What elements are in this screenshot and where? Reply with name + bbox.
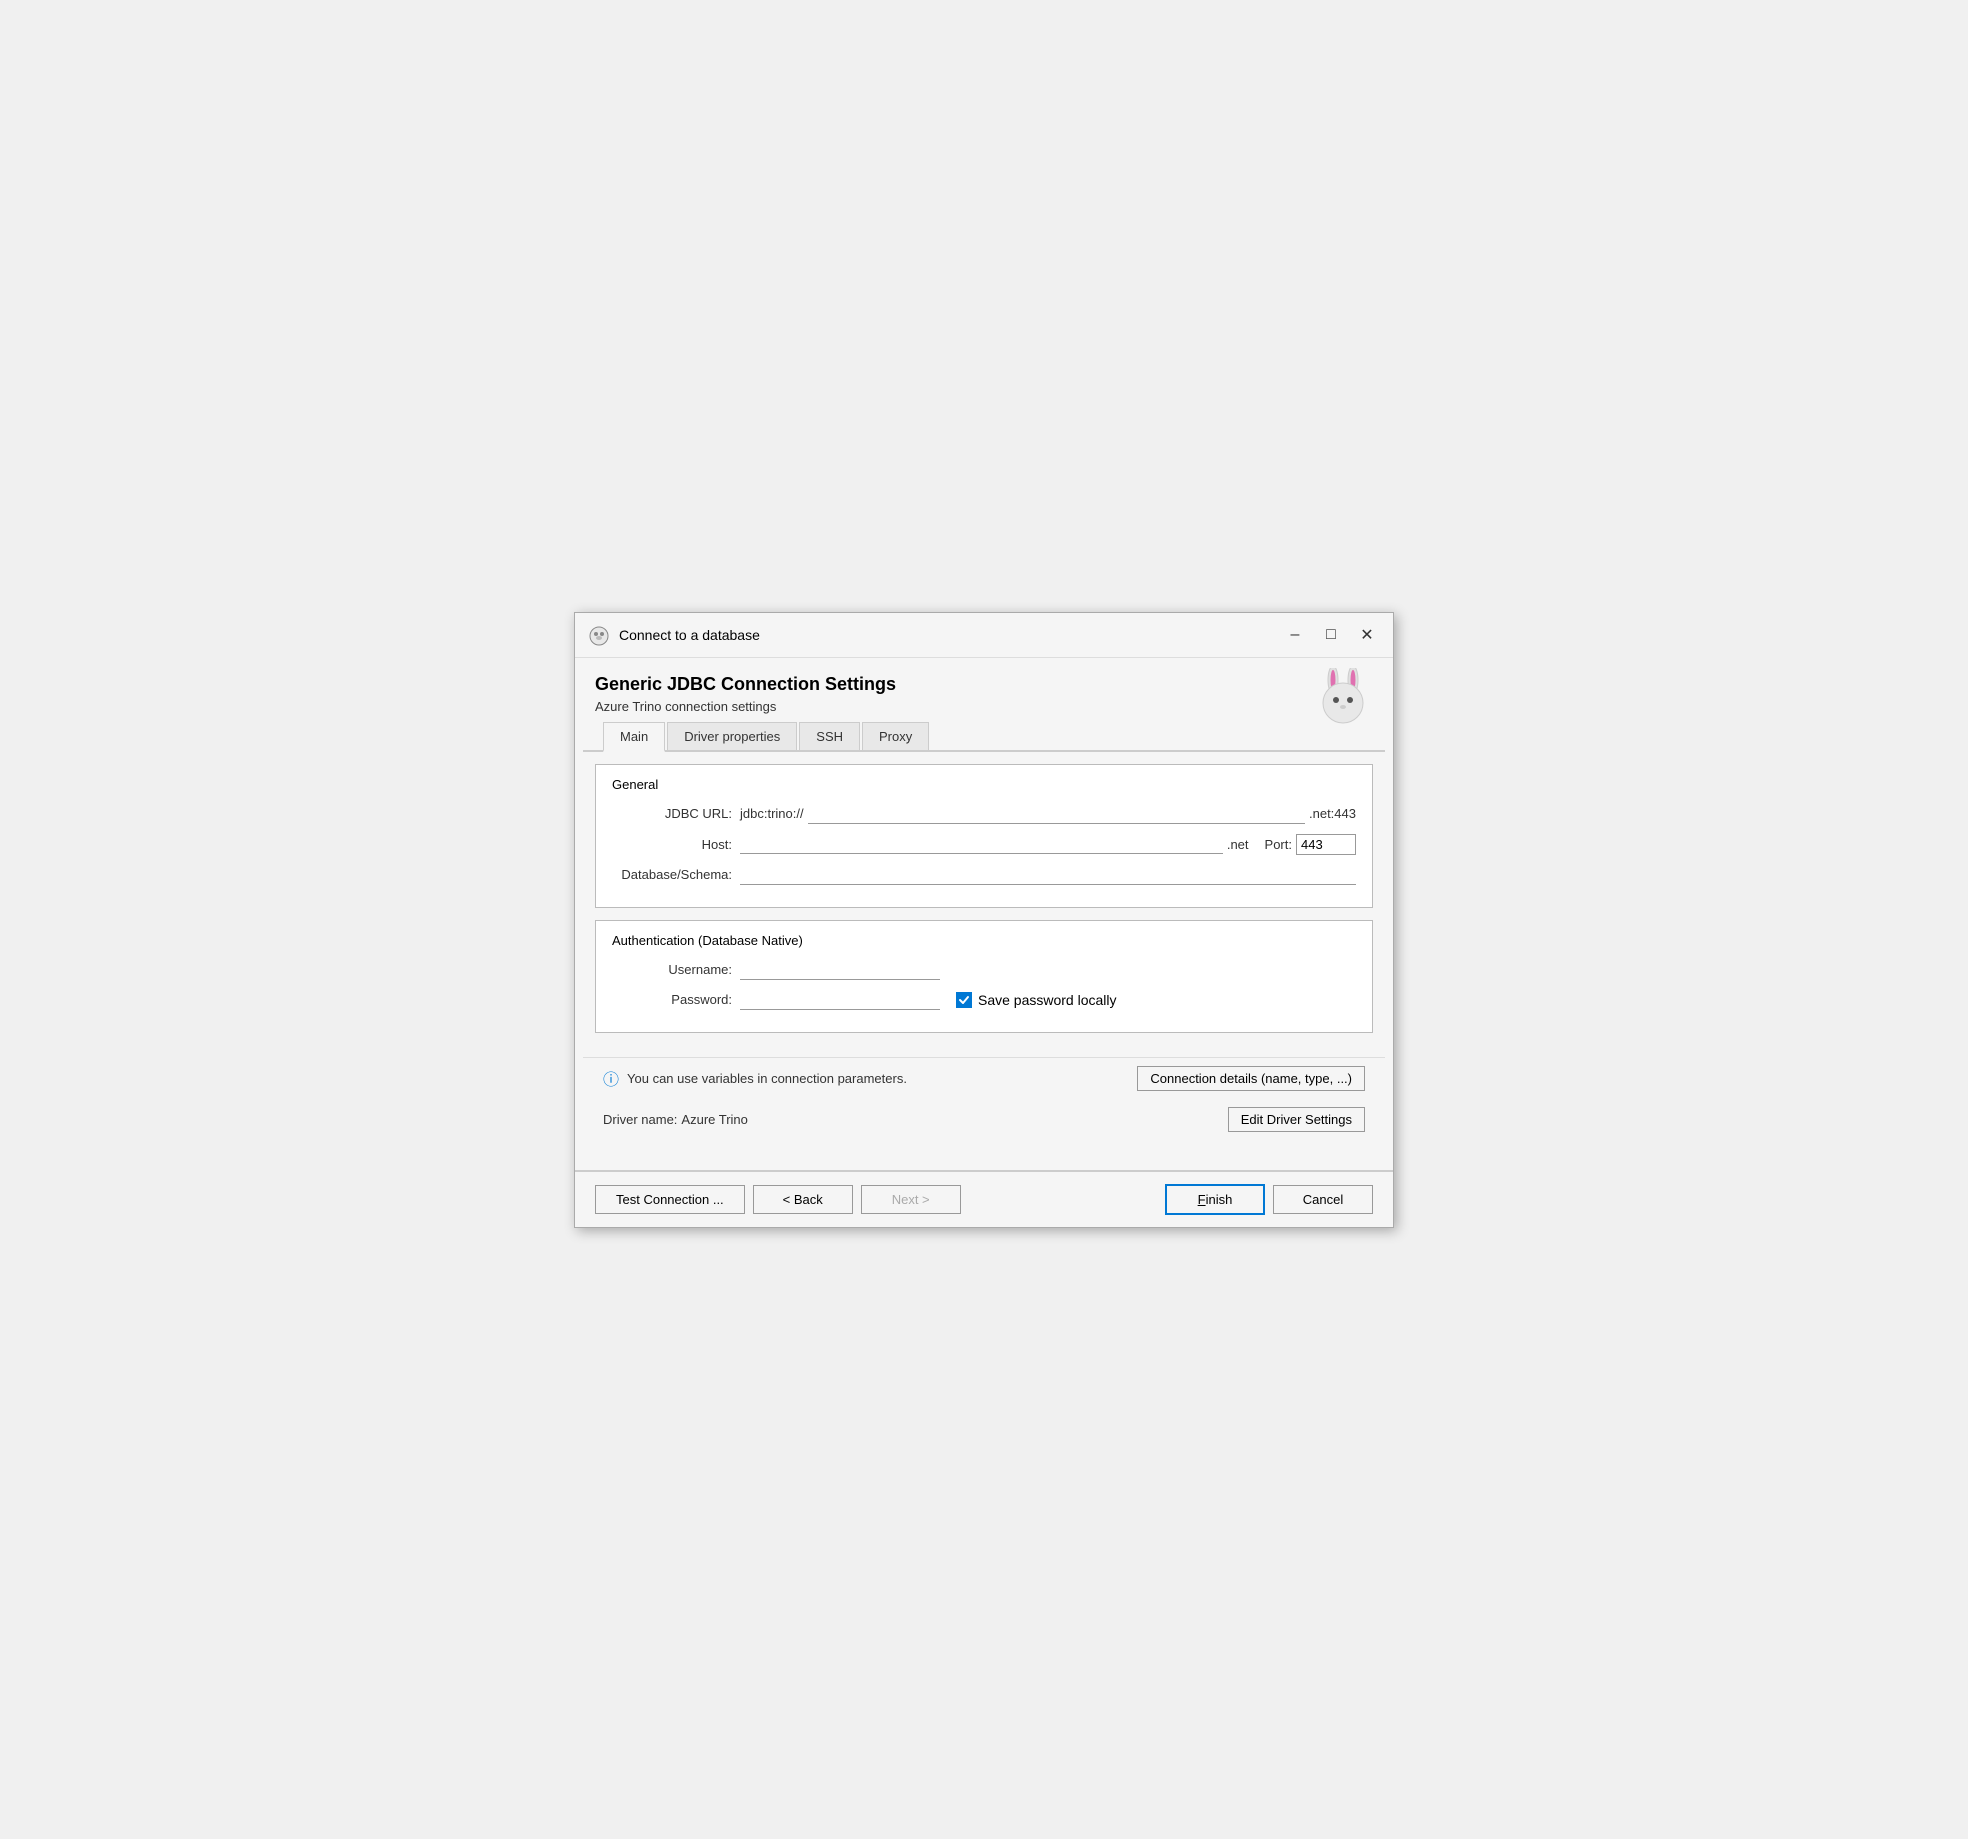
jdbc-url-row: JDBC URL: jdbc:trino:// .net:443 bbox=[612, 804, 1356, 824]
general-section: General JDBC URL: jdbc:trino:// .net:443… bbox=[595, 764, 1373, 908]
driver-row: Driver name: Azure Trino Edit Driver Set… bbox=[583, 1099, 1385, 1140]
db-schema-row: Database/Schema: bbox=[612, 865, 1356, 885]
app-icon bbox=[587, 623, 611, 647]
auth-title: Authentication (Database Native) bbox=[612, 933, 1356, 948]
password-label: Password: bbox=[612, 992, 732, 1007]
edit-driver-button[interactable]: Edit Driver Settings bbox=[1228, 1107, 1365, 1132]
window-title: Connect to a database bbox=[619, 627, 942, 643]
next-button[interactable]: Next > bbox=[861, 1185, 961, 1214]
close-button[interactable]: ✕ bbox=[1353, 621, 1381, 649]
tab-proxy[interactable]: Proxy bbox=[862, 722, 929, 750]
subtitle: Azure Trino connection settings bbox=[595, 699, 1373, 714]
tab-driver-properties[interactable]: Driver properties bbox=[667, 722, 797, 750]
finish-button[interactable]: Finish bbox=[1165, 1184, 1265, 1215]
dialog-window: Connect to a database – □ ✕ Generic JDBC… bbox=[574, 612, 1394, 1228]
cancel-button[interactable]: Cancel bbox=[1273, 1185, 1373, 1214]
footer: Test Connection ... < Back Next > Finish… bbox=[575, 1170, 1393, 1227]
general-title: General bbox=[612, 777, 1356, 792]
port-label: Port: bbox=[1265, 837, 1292, 852]
save-password-checkbox[interactable] bbox=[956, 992, 972, 1008]
jdbc-prefix: jdbc:trino:// bbox=[740, 806, 804, 821]
driver-name-value: Azure Trino bbox=[681, 1112, 1227, 1127]
minimize-button[interactable]: – bbox=[1281, 621, 1309, 649]
main-title: Generic JDBC Connection Settings bbox=[595, 674, 1373, 695]
host-label: Host: bbox=[612, 837, 732, 852]
port-input[interactable] bbox=[1296, 834, 1356, 855]
titlebar: Connect to a database – □ ✕ bbox=[575, 613, 1393, 658]
db-schema-label: Database/Schema: bbox=[612, 867, 732, 882]
finish-label-rest: inish bbox=[1206, 1192, 1233, 1207]
info-text: You can use variables in connection para… bbox=[627, 1071, 1129, 1086]
maximize-button[interactable]: □ bbox=[1317, 621, 1345, 649]
password-row: Password: Save password locally bbox=[612, 990, 1356, 1010]
jdbc-url-input[interactable] bbox=[808, 804, 1305, 824]
rabbit-logo bbox=[1313, 668, 1373, 728]
username-row: Username: bbox=[612, 960, 1356, 980]
tab-ssh[interactable]: SSH bbox=[799, 722, 860, 750]
db-schema-input[interactable] bbox=[740, 865, 1356, 885]
host-input[interactable] bbox=[740, 834, 1223, 854]
finish-underline: F bbox=[1198, 1192, 1206, 1207]
tabs-bar: Main Driver properties SSH Proxy bbox=[583, 722, 1385, 752]
main-content: General JDBC URL: jdbc:trino:// .net:443… bbox=[575, 752, 1393, 1057]
authentication-section: Authentication (Database Native) Usernam… bbox=[595, 920, 1373, 1033]
spacer bbox=[575, 1140, 1393, 1170]
username-label: Username: bbox=[612, 962, 732, 977]
tab-main[interactable]: Main bbox=[603, 722, 665, 752]
test-connection-button[interactable]: Test Connection ... bbox=[595, 1185, 745, 1214]
connection-details-button[interactable]: Connection details (name, type, ...) bbox=[1137, 1066, 1365, 1091]
jdbc-suffix: .net:443 bbox=[1309, 806, 1356, 821]
host-suffix: .net bbox=[1227, 837, 1249, 852]
driver-name-label: Driver name: bbox=[603, 1112, 677, 1127]
username-input[interactable] bbox=[740, 960, 940, 980]
save-password-label: Save password locally bbox=[978, 992, 1117, 1008]
jdbc-url-label: JDBC URL: bbox=[612, 806, 732, 821]
host-row: Host: .net Port: bbox=[612, 834, 1356, 855]
info-bar: ⓘ You can use variables in connection pa… bbox=[583, 1057, 1385, 1099]
back-button[interactable]: < Back bbox=[753, 1185, 853, 1214]
info-icon: ⓘ bbox=[603, 1066, 619, 1090]
save-password-row: Save password locally bbox=[956, 992, 1117, 1008]
content-header: Generic JDBC Connection Settings Azure T… bbox=[575, 658, 1393, 722]
password-input[interactable] bbox=[740, 990, 940, 1010]
